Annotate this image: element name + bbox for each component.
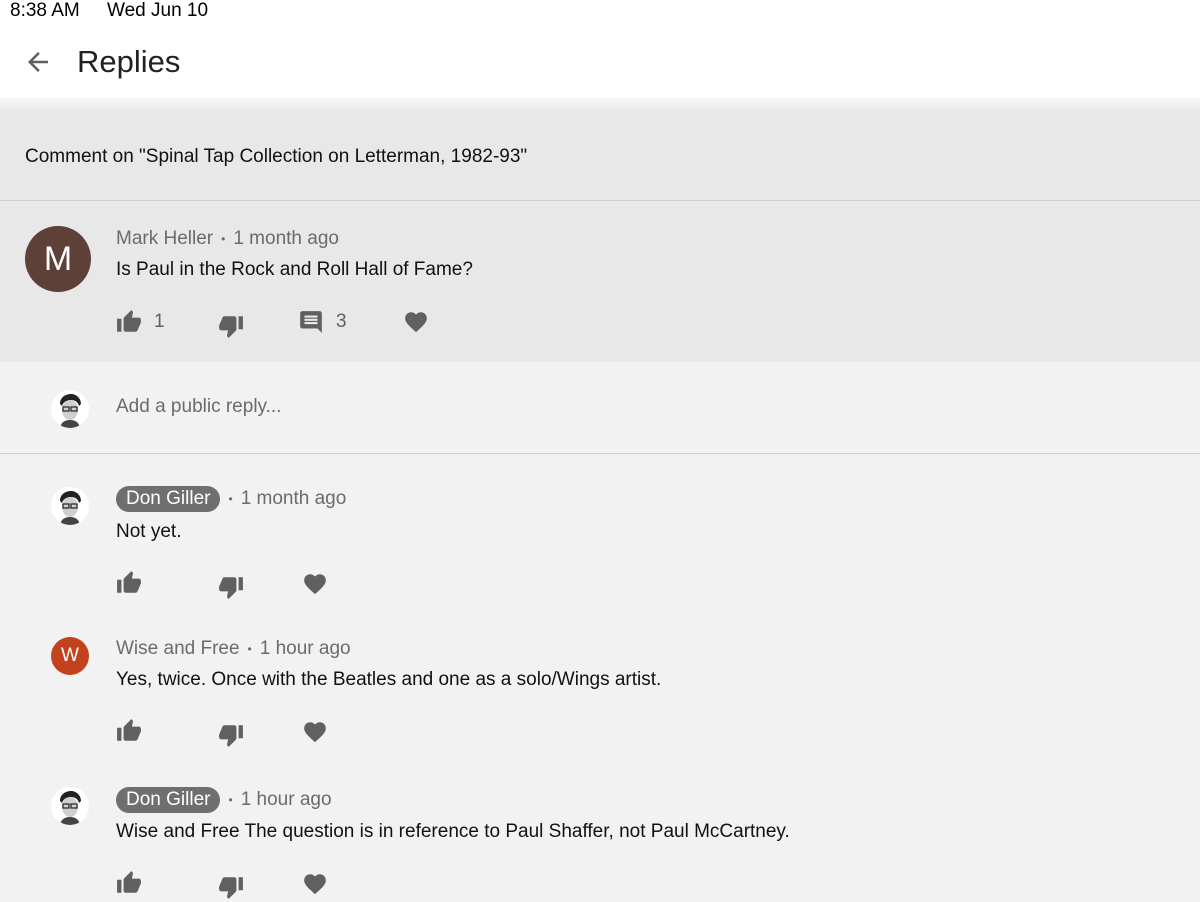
reply-meta: Don Giller • 1 hour ago [116,787,332,813]
reply-count: 3 [336,311,347,332]
app-bar: Replies [0,22,1200,98]
avatar[interactable] [51,487,89,525]
author-name[interactable]: Mark Heller [116,228,213,250]
reply-text: Wise and Free The question is in referen… [116,821,790,842]
reply-actions [116,868,356,899]
divider [0,200,1200,201]
like-button[interactable]: 1 [116,307,165,337]
reply-text: Yes, twice. Once with the Beatles and on… [116,669,662,690]
reply-time: 1 hour ago [259,638,351,659]
separator-dot: • [228,492,233,506]
heart-icon [304,874,326,895]
user-photo-icon [51,390,89,428]
status-time: 8:38 AM [10,0,80,21]
thumb-down-icon [219,316,243,338]
dislike-button[interactable] [218,720,244,750]
avatar[interactable]: W [51,637,89,675]
back-button[interactable] [14,38,62,86]
comment-icon [300,311,322,333]
status-date: Wed Jun 10 [107,0,209,21]
like-button[interactable] [116,568,142,598]
reply-meta: Don Giller • 1 month ago [116,486,346,512]
reply-time: 1 hour ago [240,789,332,810]
reply-time: 1 month ago [240,488,347,509]
heart-button[interactable] [302,717,328,747]
thumb-up-icon [117,719,141,741]
parent-comment-block: Comment on "Spinal Tap Collection on Let… [0,110,1200,362]
like-button[interactable] [116,716,142,746]
like-button[interactable] [116,868,142,898]
heart-button[interactable] [302,569,328,599]
separator-dot: • [221,232,226,246]
thumb-up-icon [117,310,141,332]
video-context-title: Comment on "Spinal Tap Collection on Let… [25,146,528,167]
dislike-button[interactable] [218,872,244,902]
reply-count-button[interactable]: 3 [298,307,347,337]
avatar-letter: M [43,239,73,278]
comment-actions: 1 3 [116,307,516,338]
divider [0,453,1200,454]
avatar[interactable] [51,787,89,825]
separator-dot: • [247,642,252,656]
heart-button[interactable] [302,869,328,899]
thumb-up-icon [117,571,141,593]
heart-icon [405,312,427,333]
thumb-down-icon [219,877,243,899]
avatar[interactable]: M [25,226,91,292]
thumb-down-icon [219,725,243,747]
dislike-button[interactable] [218,311,244,341]
author-name-chip[interactable]: Don Giller [116,486,221,512]
arrow-back-icon [28,52,48,72]
heart-icon [304,574,326,595]
comment-meta: Mark Heller • 1 month ago [116,228,339,250]
reply-text: Not yet. [116,521,182,542]
user-avatar [51,390,89,428]
thumb-down-icon [219,577,243,599]
status-bar: 8:38 AM Wed Jun 10 [0,0,1200,22]
author-name-chip[interactable]: Don Giller [116,787,221,813]
author-name[interactable]: Wise and Free [116,638,240,660]
user-photo-icon [51,787,89,825]
user-photo-icon [51,487,89,525]
comment-text: Is Paul in the Rock and Roll Hall of Fam… [116,259,473,280]
separator-dot: • [228,793,233,807]
like-count: 1 [154,311,165,332]
dislike-button[interactable] [218,572,244,602]
heart-icon [304,722,326,743]
header-shadow [0,98,1200,110]
reply-actions [116,716,356,747]
thumb-up-icon [117,871,141,893]
comment-time: 1 month ago [233,228,339,249]
page-title: Replies [77,44,181,79]
reply-actions [116,568,356,599]
avatar-letter: W [61,645,79,666]
heart-button[interactable] [403,307,429,337]
reply-meta: Wise and Free • 1 hour ago [116,638,351,660]
add-reply-input[interactable]: Add a public reply... [116,396,281,418]
